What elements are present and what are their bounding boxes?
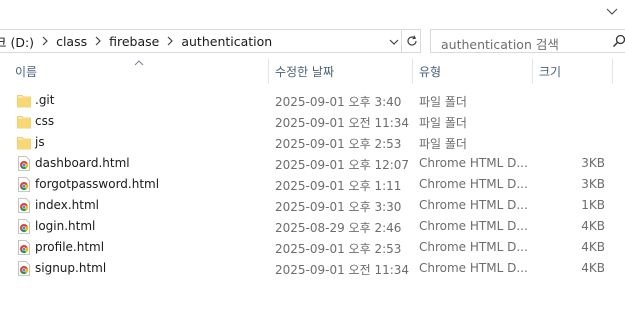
- file-row[interactable]: forgotpassword.html 2025-09-01 오후 1:11 C…: [0, 174, 625, 195]
- column-divider[interactable]: [412, 58, 413, 84]
- breadcrumb-class[interactable]: class: [56, 34, 87, 49]
- column-divider[interactable]: [612, 58, 613, 84]
- column-header-size[interactable]: 크기: [539, 58, 609, 84]
- chevron-right-icon[interactable]: [163, 34, 177, 48]
- file-name: signup.html: [35, 261, 107, 275]
- search-placeholder: authentication 검색: [441, 37, 559, 52]
- chrome-file-icon: [17, 261, 31, 276]
- column-header-name[interactable]: 이름: [15, 58, 265, 84]
- file-type: 파일 폴더: [419, 137, 467, 151]
- file-size: 4KB: [581, 219, 605, 233]
- chrome-file-icon: [17, 198, 31, 213]
- file-type: Chrome HTML D...: [419, 198, 528, 212]
- file-size: 4KB: [581, 261, 605, 275]
- file-modified: 2025-08-29 오후 2:46: [275, 221, 402, 235]
- file-modified: 2025-09-01 오후 12:07: [275, 158, 410, 172]
- file-row[interactable]: .git 2025-09-01 오후 3:40 파일 폴더: [0, 90, 625, 111]
- column-headers: 이름 수정한 날짜 유형 크기: [0, 58, 625, 84]
- chevron-right-icon[interactable]: [38, 34, 52, 48]
- file-size: 4KB: [581, 240, 605, 254]
- file-name: index.html: [35, 198, 99, 212]
- column-header-type[interactable]: 유형: [419, 58, 529, 84]
- chevron-right-icon[interactable]: [91, 34, 105, 48]
- file-name: css: [35, 114, 55, 128]
- file-name: .git: [35, 93, 55, 107]
- file-modified: 2025-09-01 오후 2:53: [275, 137, 402, 151]
- file-row[interactable]: js 2025-09-01 오후 2:53 파일 폴더: [0, 132, 625, 153]
- folder-icon: [17, 114, 31, 129]
- file-type: Chrome HTML D...: [419, 219, 528, 233]
- breadcrumb: 크 (D:) class firebase authentication: [0, 32, 420, 51]
- file-type: Chrome HTML D...: [419, 156, 528, 170]
- address-bar[interactable]: 크 (D:) class firebase authentication: [0, 29, 421, 53]
- folder-icon: [17, 135, 31, 150]
- window-top-strip: [0, 0, 625, 28]
- column-divider[interactable]: [532, 58, 533, 84]
- chrome-file-icon: [17, 219, 31, 234]
- file-name: login.html: [35, 219, 96, 233]
- file-modified: 2025-09-01 오전 11:34: [275, 263, 410, 277]
- folder-icon: [17, 93, 31, 108]
- file-size: 1KB: [581, 198, 605, 212]
- file-row[interactable]: dashboard.html 2025-09-01 오후 12:07 Chrom…: [0, 153, 625, 174]
- breadcrumb-drive[interactable]: 크 (D:): [0, 32, 34, 51]
- expand-ribbon-chevron-icon[interactable]: [603, 4, 621, 20]
- column-divider[interactable]: [268, 58, 269, 84]
- file-size: 3KB: [581, 177, 605, 191]
- file-type: 파일 폴더: [419, 116, 467, 130]
- chrome-file-icon: [17, 177, 31, 192]
- search-icon[interactable]: [612, 34, 625, 48]
- file-row[interactable]: css 2025-09-01 오전 11:34 파일 폴더: [0, 111, 625, 132]
- breadcrumb-firebase[interactable]: firebase: [109, 34, 159, 49]
- file-row[interactable]: profile.html 2025-09-01 오후 2:53 Chrome H…: [0, 237, 625, 258]
- file-modified: 2025-09-01 오후 3:40: [275, 95, 402, 109]
- file-row[interactable]: login.html 2025-08-29 오후 2:46 Chrome HTM…: [0, 216, 625, 237]
- file-modified: 2025-09-01 오후 3:30: [275, 200, 402, 214]
- search-input[interactable]: authentication 검색: [430, 29, 625, 53]
- file-modified: 2025-09-01 오후 1:11: [275, 179, 402, 193]
- file-modified: 2025-09-01 오전 11:34: [275, 116, 410, 130]
- file-name: js: [35, 135, 45, 149]
- column-header-modified[interactable]: 수정한 날짜: [275, 58, 405, 84]
- file-name: profile.html: [35, 240, 105, 254]
- file-name: forgotpassword.html: [35, 177, 160, 191]
- file-size: 3KB: [581, 156, 605, 170]
- refresh-icon[interactable]: [401, 30, 421, 52]
- file-type: Chrome HTML D...: [419, 261, 528, 275]
- breadcrumb-authentication[interactable]: authentication: [181, 34, 272, 49]
- chrome-file-icon: [17, 156, 31, 171]
- file-modified: 2025-09-01 오후 2:53: [275, 242, 402, 256]
- file-name: dashboard.html: [35, 156, 130, 170]
- file-type: 파일 폴더: [419, 95, 467, 109]
- file-type: Chrome HTML D...: [419, 240, 528, 254]
- chrome-file-icon: [17, 240, 31, 255]
- file-row[interactable]: index.html 2025-09-01 오후 3:30 Chrome HTM…: [0, 195, 625, 216]
- file-row[interactable]: signup.html 2025-09-01 오전 11:34 Chrome H…: [0, 258, 625, 279]
- file-type: Chrome HTML D...: [419, 177, 528, 191]
